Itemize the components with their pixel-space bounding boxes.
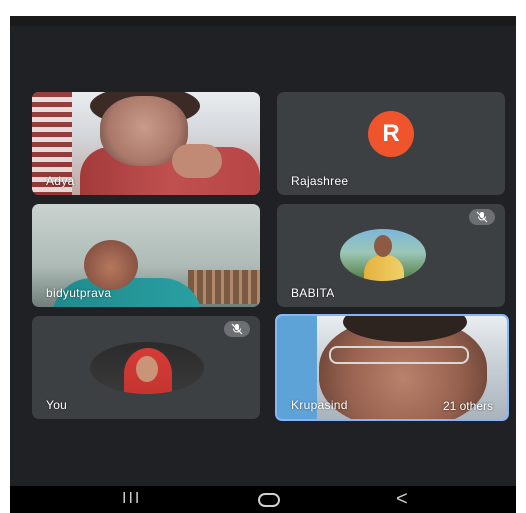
status-bar [10, 16, 516, 26]
participant-tile-adya[interactable]: Adya [32, 92, 260, 195]
participant-name: bidyutprava [46, 286, 112, 300]
mic-off-icon [469, 209, 495, 225]
avatar-face [136, 356, 158, 382]
participant-name: BABITA [291, 286, 335, 300]
participant-tile-krupasind[interactable]: Krupasind 21 others [275, 314, 509, 421]
background-shelf [188, 270, 260, 304]
participant-name: Rajashree [291, 174, 349, 188]
recents-button[interactable]: III [122, 488, 141, 510]
participant-name: You [46, 398, 68, 412]
avatar-face [374, 235, 392, 257]
mic-off-icon [224, 321, 250, 337]
avatar [340, 229, 426, 281]
others-count[interactable]: 21 others [443, 399, 493, 413]
participant-hand [172, 144, 222, 178]
avatar-letter: R [368, 111, 414, 157]
avatar [90, 342, 204, 394]
navigation-bar: III < [10, 486, 516, 513]
participant-face [84, 240, 138, 290]
participant-tile-rajashree[interactable]: R Rajashree [277, 92, 505, 195]
participant-name: Adya [46, 174, 75, 188]
back-button[interactable]: < [396, 488, 408, 510]
home-button[interactable] [258, 493, 280, 507]
avatar-figure [364, 255, 404, 281]
participant-tile-babita[interactable]: BABITA [277, 204, 505, 307]
meeting-screen: Adya R Rajashree bidyutprava BABITA You [10, 16, 516, 513]
participant-tile-you[interactable]: You [32, 316, 260, 419]
participant-tile-bidyutprava[interactable]: bidyutprava [32, 204, 260, 307]
participant-name: Krupasind [291, 398, 348, 412]
participant-glasses [329, 346, 469, 364]
